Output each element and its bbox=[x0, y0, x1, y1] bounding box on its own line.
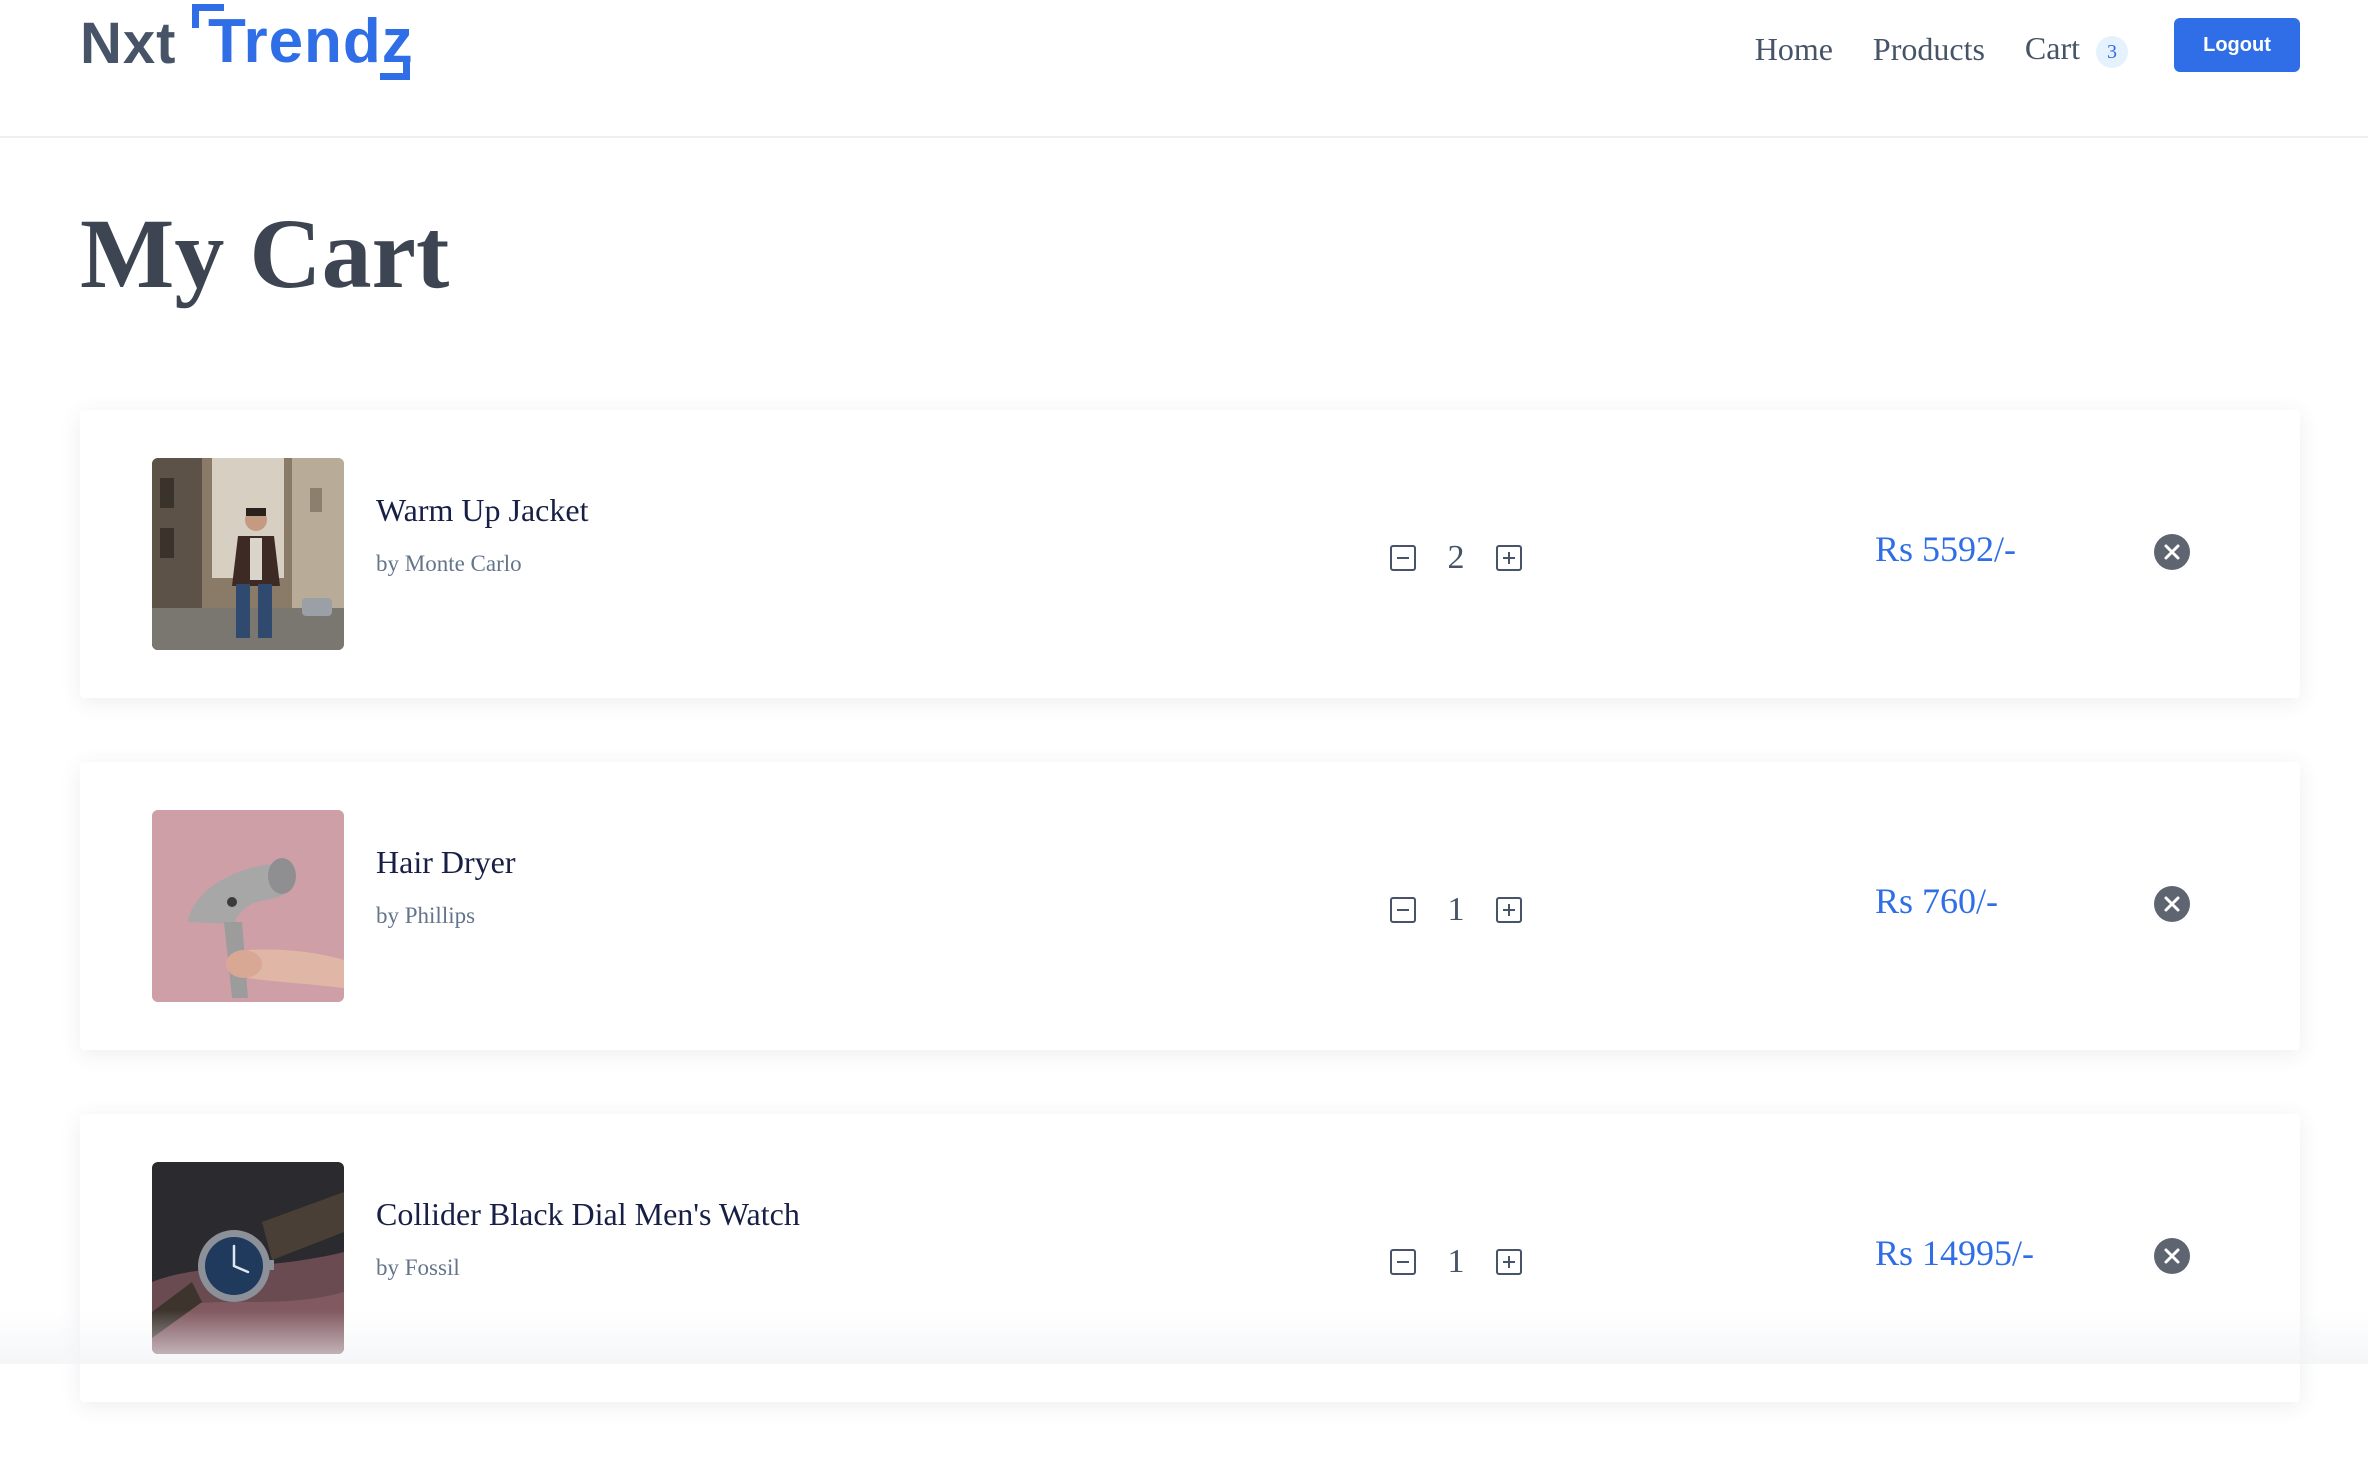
logo-bracket-bottom-right bbox=[380, 56, 410, 80]
quantity-stepper: 1 bbox=[1310, 886, 1530, 934]
nav-links: Home Products Cart 3 bbox=[1715, 26, 2128, 72]
item-brand: by Phillips bbox=[376, 903, 476, 928]
item-price: Rs 760/- bbox=[1875, 881, 1999, 921]
quantity-stepper: 2 bbox=[1310, 534, 1530, 582]
product-image-watch bbox=[152, 1162, 344, 1354]
item-brand: by Monte Carlo bbox=[376, 551, 522, 576]
logout-button[interactable]: Logout bbox=[2174, 18, 2300, 72]
nxt-trendz-logo[interactable]: Nxt Trendz bbox=[80, 2, 420, 84]
nav-link-home[interactable]: Home bbox=[1755, 31, 1833, 68]
minus-square-icon[interactable] bbox=[1390, 545, 1416, 571]
page-title: My Cart bbox=[80, 198, 450, 309]
item-title: Warm Up Jacket bbox=[376, 492, 589, 528]
item-title: Hair Dryer bbox=[376, 844, 516, 880]
nav-link-products[interactable]: Products bbox=[1873, 31, 1985, 68]
cart-items-list: Warm Up Jacket by Monte Carlo 2 Rs 5592/… bbox=[80, 410, 2300, 1466]
quantity-value: 1 bbox=[1447, 1243, 1465, 1280]
hair-dryer-photo bbox=[152, 810, 344, 1002]
quantity-value: 2 bbox=[1447, 539, 1465, 576]
item-price: Rs 5592/- bbox=[1875, 529, 2017, 569]
close-circle-icon[interactable] bbox=[2154, 886, 2190, 922]
plus-square-icon[interactable] bbox=[1496, 1249, 1522, 1275]
cart-item: Warm Up Jacket by Monte Carlo 2 Rs 5592/… bbox=[80, 410, 2300, 698]
item-info: Hair Dryer by Phillips bbox=[376, 844, 515, 929]
watch-photo bbox=[152, 1162, 344, 1354]
minus-square-icon[interactable] bbox=[1390, 1249, 1416, 1275]
item-price: Rs 14995/- bbox=[1875, 1233, 2035, 1273]
nav-link-cart[interactable]: Cart 3 bbox=[2025, 30, 2128, 68]
nav-link-cart-label: Cart bbox=[2024, 30, 2080, 67]
minus-square-icon[interactable] bbox=[1390, 897, 1416, 923]
plus-square-icon[interactable] bbox=[1496, 545, 1522, 571]
plus-square-icon[interactable] bbox=[1496, 897, 1522, 923]
quantity-stepper: 1 bbox=[1310, 1238, 1530, 1286]
cart-item: Collider Black Dial Men's Watch by Fossi… bbox=[80, 1114, 2300, 1402]
item-info: Collider Black Dial Men's Watch by Fossi… bbox=[376, 1196, 800, 1281]
close-circle-icon[interactable] bbox=[2154, 534, 2190, 570]
quantity-value: 1 bbox=[1447, 891, 1465, 928]
item-info: Warm Up Jacket by Monte Carlo bbox=[376, 492, 588, 577]
product-image-hair-dryer bbox=[152, 810, 344, 1002]
cart-count-badge: 3 bbox=[2096, 35, 2128, 68]
item-title: Collider Black Dial Men's Watch bbox=[376, 1196, 800, 1232]
jacket-photo bbox=[152, 458, 344, 650]
close-circle-icon[interactable] bbox=[2154, 1238, 2190, 1274]
logo-text-nxt: Nxt bbox=[80, 11, 177, 76]
item-brand: by Fossil bbox=[376, 1255, 460, 1280]
product-image-jacket bbox=[152, 458, 344, 650]
cart-item: Hair Dryer by Phillips 1 Rs 760/- bbox=[80, 762, 2300, 1050]
navbar: Nxt Trendz Home Products Cart 3 Logout bbox=[0, 0, 2368, 138]
